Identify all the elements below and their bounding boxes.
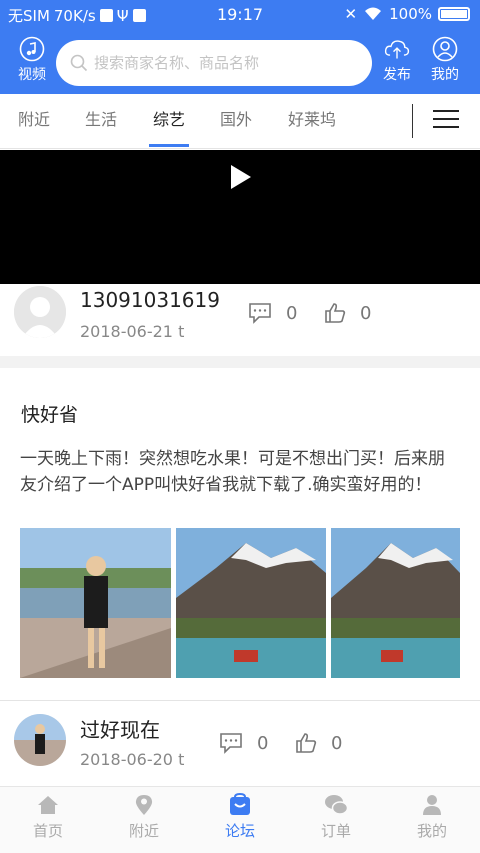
battery-icon [438, 7, 470, 21]
home-icon [38, 796, 58, 814]
post-title[interactable]: 快好省 [21, 400, 78, 427]
post-author[interactable]: 13091031619 [80, 288, 220, 312]
post-body[interactable]: 一天晚上下雨！突然想吃水果！可是不想出门买！后来朋友介绍了一个APP叫快好省我就… [20, 446, 460, 498]
comment-icon [220, 733, 242, 754]
tab-life[interactable]: 生活 [71, 94, 131, 149]
mountain-photo [176, 528, 326, 678]
post-image-1[interactable] [20, 528, 171, 678]
comment-count: 0 [257, 732, 269, 754]
nav-home[interactable]: 首页 [18, 793, 78, 841]
like-count: 0 [331, 732, 343, 754]
user-circle-icon [432, 36, 458, 62]
publish-button[interactable]: 发布 [375, 36, 419, 84]
nav-nearby-label: 附近 [128, 822, 159, 840]
post-meta-1: 13091031619 2018-06-21 t 0 0 [0, 284, 480, 364]
comment-icon [249, 303, 271, 324]
bottom-nav: 首页 附近 论坛 订单 我的 [0, 786, 480, 853]
cloud-upload-icon [384, 40, 410, 59]
music-note-icon [19, 36, 45, 62]
app-header: 视频 发布 我的 [0, 30, 480, 94]
order-icon [325, 795, 348, 815]
search-icon [70, 54, 88, 72]
search-input[interactable] [94, 54, 354, 72]
status-right: ✕ 100% [345, 5, 470, 23]
mute-icon: ✕ [344, 5, 358, 23]
nav-orders[interactable]: 订单 [306, 793, 366, 841]
default-avatar-icon [14, 286, 66, 338]
nav-home-label: 首页 [32, 822, 63, 840]
status-bar: 无SIM 70K/s Ψ 19:17 ✕ 100% [0, 0, 480, 30]
battery-percent: 100% [389, 5, 432, 23]
thumbs-up-icon [325, 303, 346, 323]
tab-nearby[interactable]: 附近 [4, 94, 64, 149]
comment-count: 0 [286, 302, 298, 324]
menu-icon[interactable] [433, 110, 459, 132]
post-date: 2018-06-21 t [80, 322, 185, 341]
avatar[interactable] [14, 714, 66, 766]
user-icon [423, 795, 441, 815]
avatar[interactable] [14, 286, 66, 338]
like-stat[interactable]: 0 [295, 732, 342, 754]
tab-variety[interactable]: 综艺 [139, 94, 199, 149]
location-icon [135, 795, 153, 815]
post-author[interactable]: 过好现在 [80, 714, 160, 743]
post-image-2[interactable] [176, 528, 326, 678]
like-stat[interactable]: 0 [324, 302, 371, 324]
like-count: 0 [360, 302, 372, 324]
search-bar[interactable] [56, 40, 372, 86]
woman-photo [20, 528, 171, 678]
mountain-photo [331, 528, 460, 678]
nav-forum[interactable]: 论坛 [210, 793, 270, 841]
section-gap [0, 356, 480, 368]
comment-stat[interactable]: 0 [219, 732, 268, 754]
nav-orders-label: 订单 [320, 822, 351, 840]
forum-icon [230, 793, 250, 815]
tab-hollywood[interactable]: 好莱坞 [282, 94, 342, 149]
mine-label: 我的 [431, 67, 459, 83]
category-tabs: 附近 生活 综艺 国外 好莱坞 [0, 94, 480, 149]
play-icon[interactable] [231, 165, 251, 189]
video-label: 视频 [18, 67, 46, 83]
publish-label: 发布 [383, 67, 411, 83]
post-meta-2: 过好现在 2018-06-20 t 0 0 [0, 712, 480, 786]
nav-nearby[interactable]: 附近 [114, 793, 174, 841]
wifi-icon [365, 7, 382, 20]
divider [0, 700, 480, 701]
thumbs-up-icon [296, 733, 317, 753]
nav-mine-label: 我的 [416, 822, 447, 840]
tab-foreign[interactable]: 国外 [206, 94, 266, 149]
user-photo-avatar [14, 714, 66, 766]
video-button[interactable]: 视频 [10, 36, 54, 84]
tabs-divider [412, 104, 413, 138]
nav-forum-label: 论坛 [224, 822, 255, 840]
post-image-3[interactable] [331, 528, 460, 678]
nav-mine[interactable]: 我的 [402, 793, 462, 841]
post-date: 2018-06-20 t [80, 750, 185, 769]
mine-button[interactable]: 我的 [423, 36, 467, 84]
comment-stat[interactable]: 0 [248, 302, 297, 324]
